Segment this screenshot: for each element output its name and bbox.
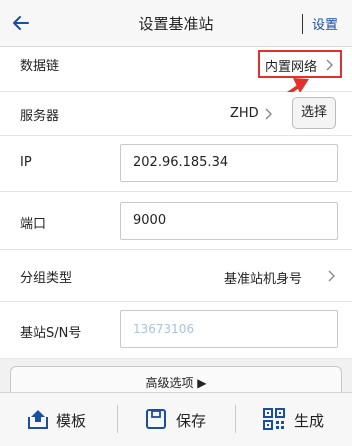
header-divider [302,14,303,34]
template-button[interactable]: 模板 [0,393,117,446]
generate-button[interactable]: 生成 [236,393,352,446]
advanced-options-button[interactable]: 高级选项 ▶ [10,366,342,392]
save-icon [146,409,166,429]
data-link-highlight [258,50,342,78]
chevron-right-icon [265,108,272,120]
qr-code-icon [263,408,285,430]
base-sn-input[interactable]: 13673106 [120,310,338,348]
generate-label: 生成 [294,412,325,430]
select-server-button[interactable]: 选择 [292,97,336,129]
advanced-options-label: 高级选项 ▶ [145,376,207,390]
port-label: 端口 [20,217,47,232]
chevron-right-icon [328,270,335,282]
base-sn-label: 基站S/N号 [20,326,82,341]
top-bar: 设置基准站 设置 [0,0,352,47]
bottom-bar: 模板 保存 生成 [0,392,352,446]
group-type-value: 基准站机身号 [224,272,303,287]
ip-label: IP [20,155,32,170]
port-input[interactable]: 9000 [120,202,338,240]
save-button[interactable]: 保存 [118,393,235,446]
row-group-type[interactable]: 分组类型 基准站机身号 [0,250,352,302]
template-label: 模板 [56,412,87,430]
settings-button[interactable]: 设置 [312,14,338,33]
server-label: 服务器 [20,109,60,124]
data-link-label: 数据链 [20,59,60,74]
server-value: ZHD [230,106,259,121]
group-type-label: 分组类型 [20,271,73,286]
template-upload-icon [28,410,48,429]
page-title: 设置基准站 [138,15,214,33]
save-label: 保存 [176,412,207,430]
ip-input[interactable]: 202.96.185.34 [120,144,338,182]
